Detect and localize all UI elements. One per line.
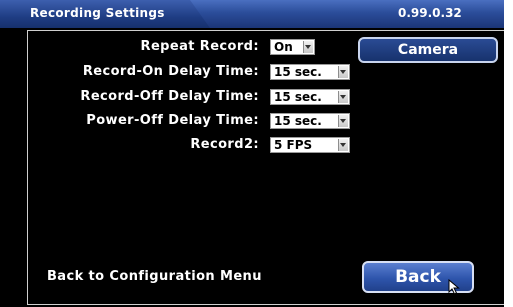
camera-button[interactable]: Camera bbox=[358, 37, 498, 63]
record2-label: Record2: bbox=[190, 137, 259, 152]
record-on-delay-select[interactable]: 15 sec. bbox=[270, 64, 350, 80]
repeat-record-label: Repeat Record: bbox=[140, 39, 259, 54]
version-label: 0.99.0.32 bbox=[398, 6, 462, 20]
chevron-down-icon[interactable] bbox=[338, 91, 348, 103]
chevron-down-icon[interactable] bbox=[303, 41, 313, 53]
repeat-record-select[interactable]: On bbox=[270, 39, 315, 55]
record-on-delay-label: Record-On Delay Time: bbox=[82, 64, 259, 79]
record2-value: 5 FPS bbox=[274, 138, 313, 152]
mouse-cursor-icon bbox=[448, 279, 460, 295]
power-off-delay-select[interactable]: 15 sec. bbox=[270, 113, 350, 129]
power-off-delay-value: 15 sec. bbox=[274, 114, 322, 128]
header-bar: Recording Settings 0.99.0.32 bbox=[0, 0, 504, 28]
power-off-delay-label: Power-Off Delay Time: bbox=[86, 113, 259, 128]
back-hint-text: Back to Configuration Menu bbox=[47, 269, 262, 284]
chevron-down-icon[interactable] bbox=[338, 115, 348, 127]
page-title: Recording Settings bbox=[30, 6, 165, 20]
chevron-down-icon[interactable] bbox=[338, 66, 348, 78]
record-on-delay-value: 15 sec. bbox=[274, 65, 322, 79]
chevron-down-icon[interactable] bbox=[338, 139, 348, 151]
repeat-record-value: On bbox=[274, 40, 293, 54]
record-off-delay-value: 15 sec. bbox=[274, 90, 322, 104]
record-off-delay-label: Record-Off Delay Time: bbox=[80, 89, 259, 104]
recording-settings-screen: Recording Settings 0.99.0.32 Repeat Reco… bbox=[0, 0, 504, 307]
record-off-delay-select[interactable]: 15 sec. bbox=[270, 89, 350, 105]
record2-select[interactable]: 5 FPS bbox=[270, 137, 350, 153]
